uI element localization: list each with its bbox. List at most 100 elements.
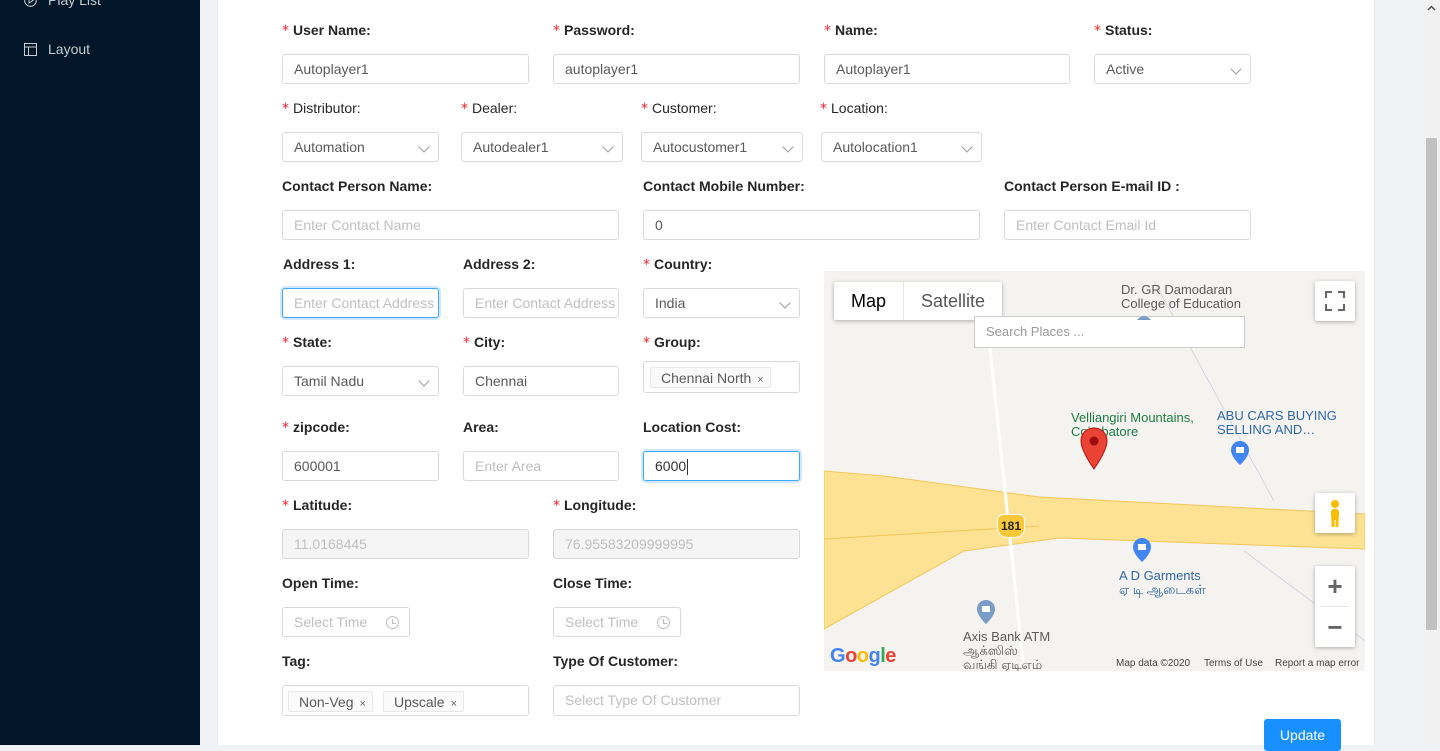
- zoom-control: + −: [1315, 566, 1355, 647]
- terms-link[interactable]: Terms of Use: [1204, 658, 1263, 669]
- tag-chip-upscale: Upscale ×: [383, 691, 465, 712]
- close-icon[interactable]: ×: [359, 698, 365, 710]
- page-scrollbar[interactable]: [1423, 0, 1440, 745]
- tag-multiselect[interactable]: Non-Veg × Upscale ×: [282, 685, 529, 716]
- report-map-error-link[interactable]: Report a map error: [1275, 658, 1359, 669]
- group-multiselect[interactable]: Chennai North ×: [643, 361, 800, 393]
- longitude-label: * Longitude:: [553, 497, 637, 514]
- dealer-value: Autodealer1: [473, 139, 549, 155]
- sidebar-item-label: Play List: [48, 0, 101, 8]
- type-of-customer-select[interactable]: Select Type Of Customer: [553, 685, 800, 716]
- scrollbar-thumb[interactable]: [1426, 138, 1437, 630]
- map-data-credit: Map data ©2020: [1116, 658, 1191, 669]
- poi-ad-garments[interactable]: A D Garments ஏ டி ஆடைகள்: [1119, 569, 1206, 597]
- clock-icon: [657, 616, 670, 629]
- location-label: * Location:: [820, 100, 888, 117]
- close-time-placeholder: Select Time: [565, 614, 639, 630]
- dealer-label: * Dealer:: [461, 100, 518, 117]
- poi-abu-cars[interactable]: ABU CARS BUYING SELLING AND…: [1217, 409, 1337, 437]
- open-time-picker[interactable]: Select Time: [282, 607, 410, 637]
- text-cursor: [687, 459, 689, 476]
- customer-value: Autocustomer1: [653, 139, 748, 155]
- poi-college[interactable]: Dr. GR Damodaran College of Education: [1121, 283, 1241, 311]
- chevron-down-icon: [418, 141, 430, 153]
- longitude-input: 76.95583209999995: [553, 529, 800, 559]
- city-label: * City:: [463, 334, 506, 351]
- location-cost-value: 6000: [655, 458, 687, 474]
- open-time-label: Open Time:: [282, 575, 359, 591]
- map-type-control: Map Satellite: [834, 282, 1003, 320]
- location-select[interactable]: Autolocation1: [821, 132, 982, 162]
- chevron-down-icon: [602, 141, 614, 153]
- shopping-pin-icon: [1231, 441, 1249, 465]
- type-of-customer-label: Type Of Customer:: [553, 653, 678, 669]
- close-icon[interactable]: ×: [757, 374, 763, 386]
- zipcode-label: * zipcode:: [282, 419, 350, 436]
- location-cost-input[interactable]: 6000: [643, 451, 800, 481]
- address2-input[interactable]: Enter Contact Address: [463, 288, 619, 318]
- password-input[interactable]: autoplayer1: [553, 54, 800, 84]
- distributor-value: Automation: [294, 139, 365, 155]
- route-shield: 181: [997, 514, 1025, 538]
- chevron-down-icon: [418, 375, 430, 387]
- customer-select[interactable]: Autocustomer1: [641, 132, 803, 162]
- latitude-label: * Latitude:: [282, 497, 353, 514]
- zoom-in-button[interactable]: +: [1315, 566, 1355, 606]
- sidebar-item-layout[interactable]: Layout: [24, 41, 90, 57]
- distributor-label: * Distributor:: [282, 100, 361, 117]
- country-select[interactable]: India: [643, 288, 800, 318]
- map-marker-icon[interactable]: [1080, 427, 1108, 471]
- contact-mobile-input[interactable]: 0: [643, 210, 980, 240]
- address1-input[interactable]: Enter Contact Address: [282, 288, 439, 318]
- contact-name-input[interactable]: Enter Contact Name: [282, 210, 619, 240]
- state-label: * State:: [282, 334, 332, 351]
- state-select[interactable]: Tamil Nadu: [282, 366, 439, 396]
- status-select[interactable]: Active: [1094, 54, 1251, 84]
- area-input[interactable]: Enter Area: [463, 451, 619, 481]
- location-value: Autolocation1: [833, 139, 918, 155]
- dealer-select[interactable]: Autodealer1: [461, 132, 623, 162]
- sidebar-item-play-list[interactable]: Play List: [24, 0, 101, 8]
- poi-axis-atm[interactable]: Axis Bank ATM ஆக்ஸிஸ் வங்கி ஏடிஎம்: [963, 630, 1050, 672]
- chevron-down-icon: [779, 297, 791, 309]
- google-logo[interactable]: Google: [830, 645, 896, 668]
- tag-chip-non-veg: Non-Veg ×: [288, 691, 373, 712]
- close-time-picker[interactable]: Select Time: [553, 607, 681, 637]
- sidebar: Play List Layout: [0, 0, 200, 745]
- password-label: * Password:: [553, 22, 635, 39]
- city-input[interactable]: Chennai: [463, 366, 619, 396]
- username-input[interactable]: Autoplayer1: [282, 54, 529, 84]
- pegman-icon: [1331, 500, 1339, 527]
- address1-label: Address 1:: [283, 256, 356, 272]
- zipcode-input[interactable]: 600001: [282, 451, 439, 481]
- contact-email-input[interactable]: Enter Contact Email Id: [1004, 210, 1251, 240]
- update-button[interactable]: Update: [1264, 719, 1341, 751]
- sidebar-item-label: Layout: [48, 41, 91, 57]
- name-input[interactable]: Autoplayer1: [824, 54, 1070, 84]
- play-circle-icon: [24, 0, 37, 7]
- close-time-label: Close Time:: [553, 575, 633, 591]
- zoom-out-button[interactable]: −: [1315, 607, 1355, 647]
- distributor-select[interactable]: Automation: [282, 132, 439, 162]
- name-label: * Name:: [824, 22, 878, 39]
- street-view-pegman[interactable]: [1315, 493, 1355, 533]
- layout-icon: [24, 42, 37, 56]
- bank-pin-icon: [977, 600, 995, 624]
- search-places-input[interactable]: Search Places ...: [974, 316, 1245, 348]
- close-icon[interactable]: ×: [451, 698, 457, 710]
- clock-icon: [386, 616, 399, 629]
- chevron-down-icon: [961, 141, 973, 153]
- shopping-pin-icon: [1133, 538, 1151, 562]
- location-cost-label: Location Cost:: [643, 419, 742, 435]
- status-value: Active: [1106, 61, 1145, 77]
- map-type-satellite-button[interactable]: Satellite: [903, 282, 1002, 320]
- username-label: * User Name:: [282, 22, 371, 39]
- country-label: * Country:: [643, 256, 713, 273]
- scroll-up-arrow-icon[interactable]: [1423, 0, 1440, 17]
- contact-name-label: Contact Person Name:: [282, 178, 433, 194]
- map-type-map-button[interactable]: Map: [834, 282, 903, 320]
- status-label: * Status:: [1094, 22, 1153, 39]
- chevron-down-icon: [782, 141, 794, 153]
- fullscreen-button[interactable]: [1315, 281, 1355, 321]
- map[interactable]: Map Satellite Search Places ... Dr. GR D…: [824, 271, 1365, 671]
